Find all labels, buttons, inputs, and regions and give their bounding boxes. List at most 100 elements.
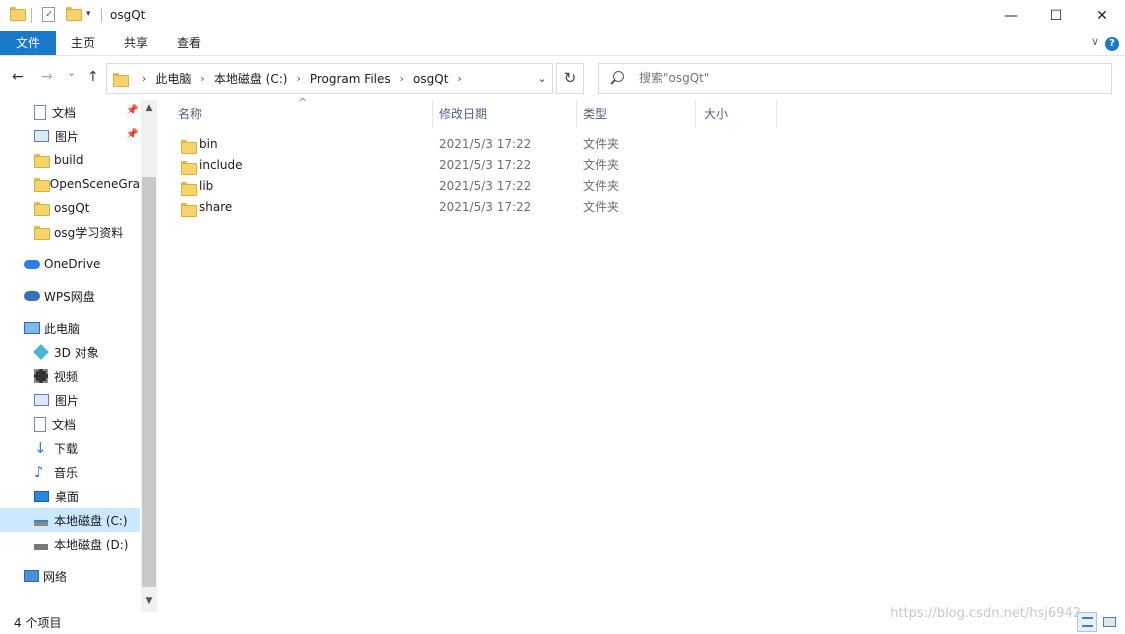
sidebar-item-documents[interactable]: 文档 [0, 100, 140, 124]
minimize-icon: — [1004, 7, 1018, 24]
sidebar-item-label: OneDrive [44, 257, 101, 271]
sidebar-item-label: 本地磁盘 (C:) [54, 513, 128, 528]
sidebar-item-3d-objects[interactable]: 3D 对象 [0, 340, 140, 364]
folder-icon [181, 182, 197, 196]
address-dropdown-button[interactable]: ⌄ [531, 63, 553, 94]
scroll-thumb[interactable] [142, 177, 156, 587]
sidebar-item-drive-d[interactable]: 本地磁盘 (D:) [0, 532, 140, 556]
divider [31, 8, 32, 23]
scroll-down-arrow-icon[interactable]: ▼ [141, 596, 157, 606]
sidebar-item-videos[interactable]: 视频 [0, 364, 140, 388]
breadcrumb-this-pc[interactable]: 此电脑 [155, 70, 191, 87]
sidebar-item-label: osg学习资料 [54, 225, 124, 240]
sidebar-item-openscenegraph[interactable]: OpenSceneGra [0, 172, 140, 196]
back-button[interactable]: ← [12, 69, 24, 85]
sidebar-item-desktop[interactable]: 桌面 [0, 484, 140, 508]
tab-file[interactable]: 文件 [0, 31, 56, 55]
file-type: 文件夹 [583, 200, 620, 214]
sidebar-item-pictures[interactable]: 图片 [0, 124, 140, 148]
table-row[interactable]: bin 2021/5/3 17:22 文件夹 [176, 134, 816, 155]
recent-locations-button[interactable]: ⌄ [67, 66, 76, 79]
sidebar-item-osgqt[interactable]: osgQt [0, 196, 140, 220]
column-header-name[interactable]: 名称 [158, 100, 433, 128]
sidebar-item-music[interactable]: ♪ 音乐 [0, 460, 140, 484]
item-count: 4 个项目 [14, 616, 62, 630]
sidebar-item-label: 图片 [55, 129, 80, 144]
details-view-icon [1082, 617, 1093, 627]
video-icon [34, 369, 48, 383]
file-date: 2021/5/3 17:22 [439, 179, 532, 193]
file-name: bin [199, 137, 218, 151]
table-row[interactable]: lib 2021/5/3 17:22 文件夹 [176, 176, 816, 197]
sidebar-item-network[interactable]: 网络 [0, 564, 140, 588]
sidebar-item-this-pc[interactable]: 此电脑 [0, 316, 140, 340]
breadcrumb-separator[interactable]: › [400, 72, 404, 85]
computer-icon [24, 322, 40, 334]
minimize-button[interactable]: — [988, 0, 1034, 31]
wps-cloud-icon [24, 291, 40, 301]
breadcrumb-separator[interactable]: › [200, 72, 204, 85]
breadcrumb-separator[interactable]: › [296, 72, 300, 85]
sidebar-item-label: 此电脑 [44, 321, 81, 336]
sidebar-item-label: 文档 [52, 417, 77, 432]
sidebar-item-label: 音乐 [54, 465, 79, 480]
pin-icon[interactable]: 📌 [126, 105, 138, 116]
breadcrumb-program-files[interactable]: Program Files [310, 72, 391, 86]
sidebar-item-label: 3D 对象 [54, 345, 99, 360]
maximize-icon: ☐ [1049, 7, 1063, 24]
sidebar-item-onedrive[interactable]: OneDrive [0, 252, 140, 276]
sidebar-item-label: WPS网盘 [44, 289, 95, 304]
sidebar-scrollbar[interactable]: ▲ ▼ [141, 100, 157, 612]
file-date: 2021/5/3 17:22 [439, 200, 532, 214]
sidebar-item-build[interactable]: build [0, 148, 140, 172]
table-row[interactable]: include 2021/5/3 17:22 文件夹 [176, 155, 816, 176]
sidebar-item-osg-study[interactable]: osg学习资料 [0, 220, 140, 244]
sidebar-item-pictures-pc[interactable]: 图片 [0, 388, 140, 412]
folder-icon [181, 140, 197, 154]
pin-icon[interactable]: 📌 [126, 129, 138, 140]
tab-home[interactable]: 主页 [56, 31, 110, 55]
refresh-button[interactable]: ↻ [556, 63, 584, 94]
search-icon [613, 71, 624, 82]
status-bar: 4 个项目 https://blog.csdn.net/hsj6942 [0, 606, 1125, 634]
folder-icon [181, 161, 197, 175]
column-header-date[interactable]: 修改日期 [433, 100, 577, 128]
ribbon: 文件 主页 共享 查看 ∨ ? [0, 31, 1125, 56]
scroll-up-arrow-icon[interactable]: ▲ [141, 103, 157, 113]
3d-objects-icon [33, 344, 49, 360]
up-button[interactable]: ↑ [87, 69, 99, 85]
address-bar[interactable]: › 此电脑 › 本地磁盘 (C:) › Program Files › osgQ… [106, 63, 553, 94]
expand-ribbon-icon[interactable]: ∨ [1091, 35, 1099, 48]
large-icons-view-icon [1103, 617, 1116, 627]
sidebar-item-wps[interactable]: WPS网盘 [0, 284, 140, 308]
sidebar-item-drive-c[interactable]: 本地磁盘 (C:) [0, 508, 140, 532]
help-icon[interactable]: ? [1105, 37, 1119, 51]
picture-icon [34, 130, 49, 142]
breadcrumb-separator[interactable]: › [142, 72, 146, 85]
sidebar-item-label: 文档 [52, 105, 77, 120]
properties-icon[interactable]: ✓ [42, 7, 55, 22]
column-header-size[interactable]: 大小 [696, 100, 777, 128]
maximize-button[interactable]: ☐ [1033, 0, 1079, 31]
table-row[interactable]: share 2021/5/3 17:22 文件夹 [176, 197, 816, 218]
breadcrumb-separator[interactable]: › [457, 72, 461, 85]
details-view-button[interactable] [1077, 612, 1097, 632]
search-input[interactable] [639, 64, 1099, 93]
search-box[interactable] [598, 63, 1112, 94]
sidebar-item-downloads[interactable]: ↓ 下载 [0, 436, 140, 460]
tab-share[interactable]: 共享 [110, 31, 162, 55]
column-header-type[interactable]: 类型 [577, 100, 696, 128]
new-folder-icon[interactable] [66, 7, 82, 21]
breadcrumb-osgqt[interactable]: osgQt [413, 72, 448, 86]
tab-view[interactable]: 查看 [162, 31, 216, 55]
file-list: ^ 名称 修改日期 类型 大小 bin 2021/5/3 17:22 文件夹 i… [158, 96, 1125, 612]
sidebar-item-label: osgQt [54, 201, 90, 215]
navigation-bar: ← → ⌄ ↑ › 此电脑 › 本地磁盘 (C:) › Program File… [0, 56, 1125, 100]
large-icons-view-button[interactable] [1099, 612, 1119, 632]
breadcrumb-drive-c[interactable]: 本地磁盘 (C:) [214, 70, 288, 87]
customize-toolbar-icon[interactable]: ▾ [86, 9, 91, 19]
drive-d-icon [34, 544, 48, 550]
forward-button[interactable]: → [41, 69, 53, 85]
close-button[interactable]: ✕ [1079, 0, 1125, 31]
sidebar-item-documents-pc[interactable]: 文档 [0, 412, 140, 436]
